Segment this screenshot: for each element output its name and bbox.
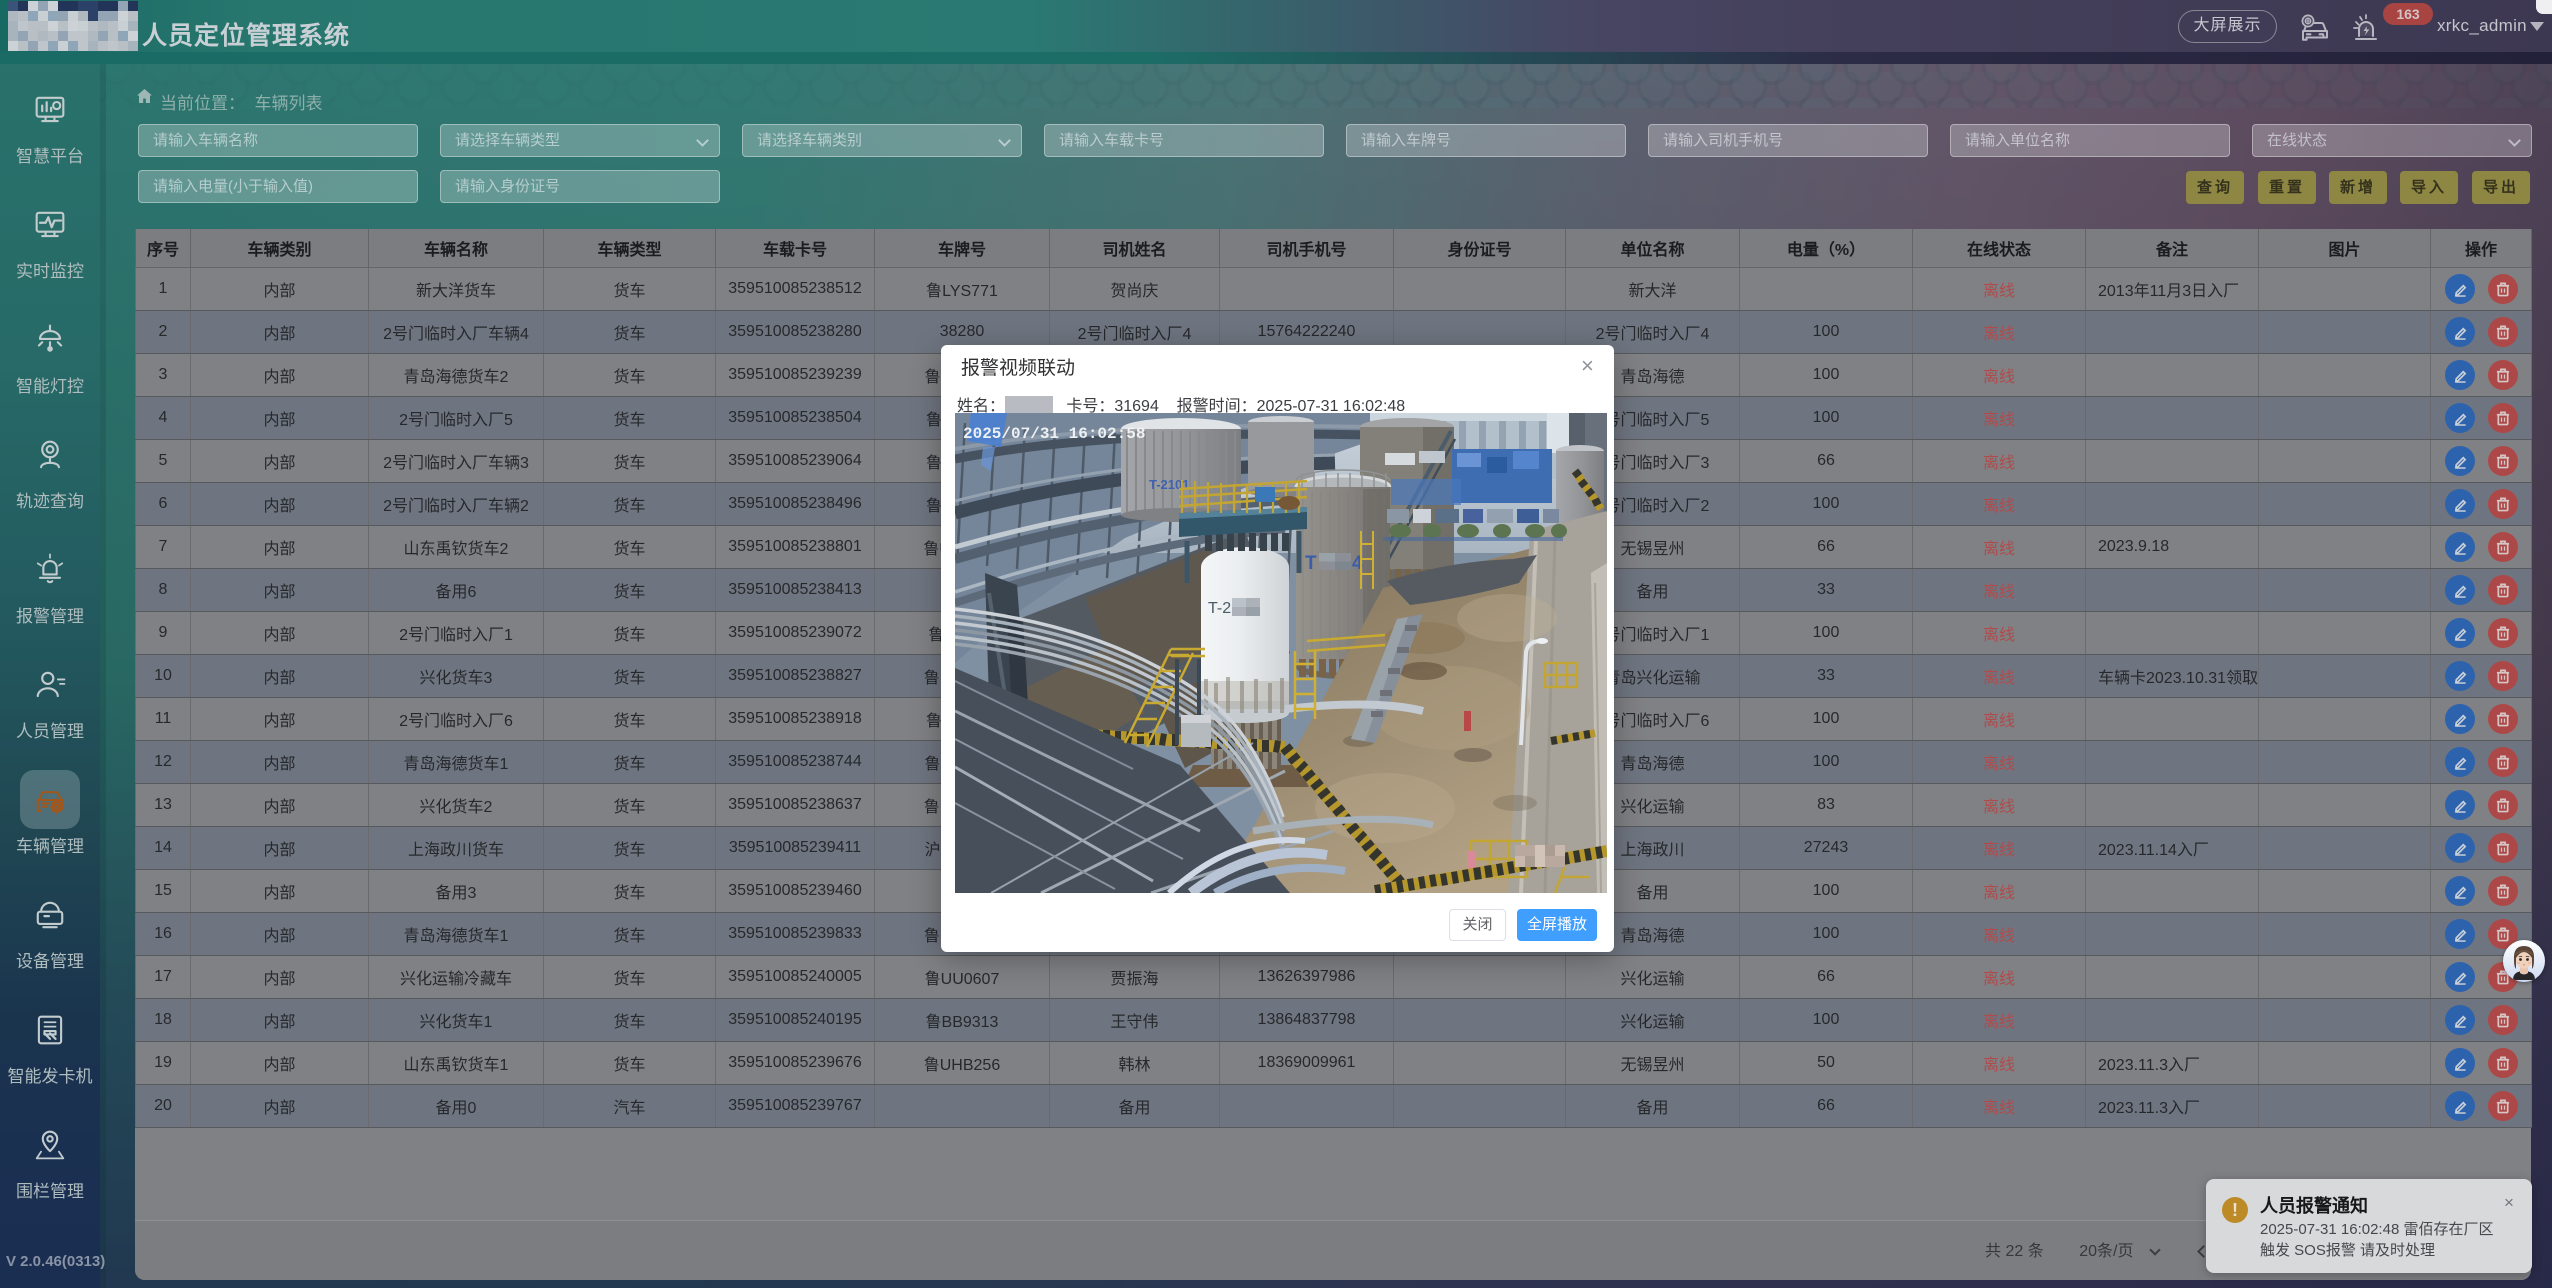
svg-text:T: T (1305, 553, 1317, 574)
svg-text:2025/07/31 16:02:58: 2025/07/31 16:02:58 (963, 425, 1145, 443)
svg-text:T-2: T-2 (1208, 600, 1231, 617)
